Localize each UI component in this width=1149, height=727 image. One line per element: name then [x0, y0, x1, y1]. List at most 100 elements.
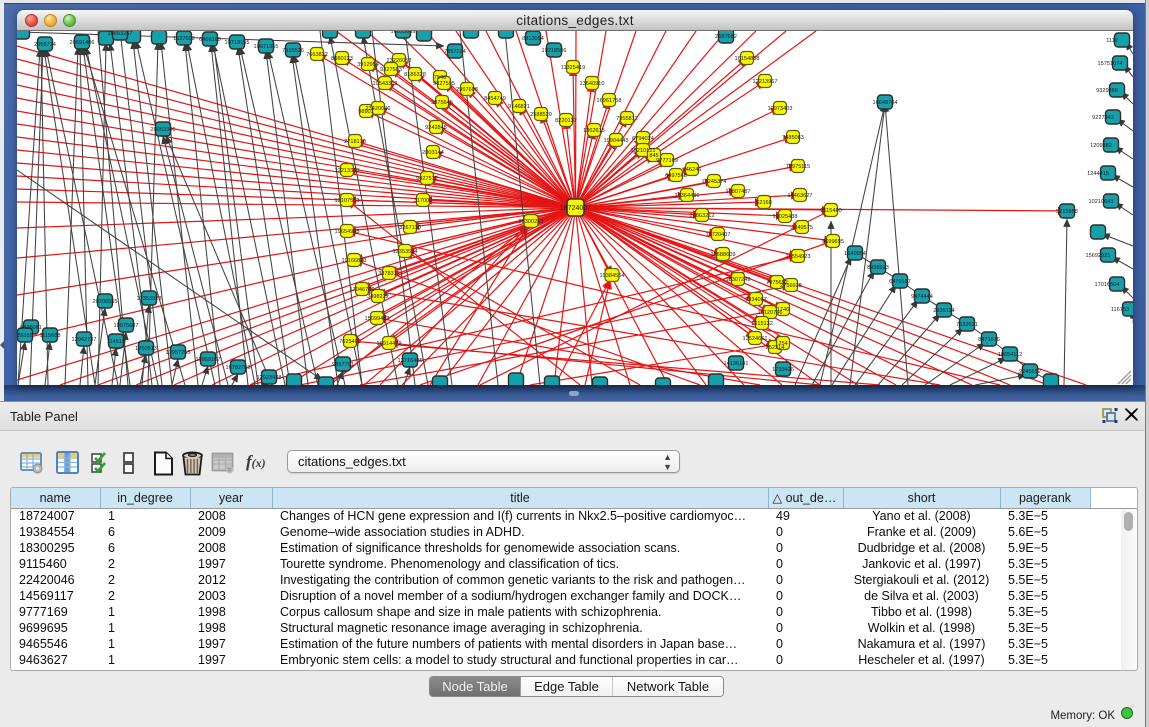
svg-text:20206555: 20206555	[93, 299, 118, 305]
svg-text:10719155: 10719155	[225, 40, 250, 46]
svg-text:2687682: 2687682	[715, 34, 737, 40]
svg-text:9834067: 9834067	[745, 297, 767, 303]
svg-text:7663822: 7663822	[306, 52, 328, 58]
svg-text:9115460: 9115460	[820, 208, 841, 214]
svg-text:19384554: 19384554	[600, 273, 625, 279]
svg-text:12213363: 12213363	[335, 168, 360, 174]
svg-text:12975115: 12975115	[786, 164, 810, 170]
svg-text:114519: 114519	[107, 339, 125, 345]
svg-text:9245652: 9245652	[1019, 369, 1041, 375]
svg-text:7632621: 7632621	[956, 322, 978, 328]
svg-text:29863212: 29863212	[690, 213, 715, 219]
svg-text:14136141: 14136141	[724, 361, 749, 367]
svg-text:8813054: 8813054	[522, 36, 544, 42]
svg-text:9329966: 9329966	[1096, 88, 1118, 94]
svg-text:317006: 317006	[414, 198, 433, 204]
svg-text:15099483: 15099483	[365, 316, 390, 322]
svg-text:12923448: 12923448	[257, 375, 282, 381]
svg-text:13524651: 13524651	[743, 336, 768, 342]
svg-text:9474444: 9474444	[911, 294, 933, 300]
svg-text:1250513: 1250513	[135, 346, 157, 352]
svg-text:16782759: 16782759	[226, 365, 251, 371]
svg-text:39159: 39159	[17, 333, 33, 339]
svg-text:10654112: 10654112	[998, 352, 1022, 358]
svg-text:62160: 62160	[756, 200, 772, 206]
svg-text:12107553: 12107553	[335, 198, 360, 204]
svg-text:7485063: 7485063	[782, 135, 804, 141]
svg-text:3267110: 3267110	[399, 225, 420, 231]
svg-text:2967608: 2967608	[456, 87, 478, 93]
svg-text:9857791: 9857791	[332, 362, 354, 368]
svg-text:1209382: 1209382	[1090, 143, 1112, 149]
svg-text:18724007: 18724007	[560, 205, 591, 212]
svg-text:19904443: 19904443	[604, 138, 629, 144]
svg-text:10688609: 10688609	[711, 252, 736, 258]
svg-text:3498222: 3498222	[367, 294, 389, 300]
svg-text:20364436: 20364436	[675, 193, 700, 199]
svg-text:10653267: 10653267	[108, 31, 133, 37]
svg-text:17353928: 17353928	[137, 296, 162, 302]
svg-text:9427512: 9427512	[416, 176, 438, 182]
svg-text:9242845: 9242845	[425, 125, 447, 131]
svg-text:7857224: 7857224	[444, 49, 466, 55]
svg-text:10975687: 10975687	[114, 323, 139, 329]
svg-text:2718170: 2718170	[344, 139, 366, 145]
svg-text:9699695: 9699695	[822, 239, 844, 245]
svg-text:6479197: 6479197	[889, 279, 911, 285]
svg-text:19654983: 19654983	[335, 229, 360, 235]
svg-text:10543362: 10543362	[373, 81, 398, 87]
svg-text:9227342: 9227342	[1092, 115, 1114, 121]
svg-text:8938923: 8938923	[867, 265, 889, 271]
svg-text:28300213: 28300213	[519, 219, 544, 225]
svg-text:7515526: 7515526	[282, 48, 304, 54]
svg-text:254: 254	[778, 341, 787, 347]
svg-text:8660123: 8660123	[331, 56, 353, 62]
svg-text:7625402: 7625402	[339, 339, 361, 345]
svg-text:9777169: 9777169	[656, 158, 678, 164]
svg-text:16554923: 16554923	[786, 254, 811, 260]
svg-text:8454749: 8454749	[484, 96, 506, 102]
svg-text:5215958: 5215958	[1056, 209, 1078, 215]
svg-text:16154838: 16154838	[735, 56, 760, 62]
svg-text:20053346: 20053346	[151, 127, 176, 133]
svg-text:18307249: 18307249	[726, 277, 751, 283]
svg-text:16961758: 16961758	[597, 98, 622, 104]
svg-text:8220137: 8220137	[555, 118, 577, 124]
svg-text:2756928: 2756928	[780, 283, 802, 289]
svg-text:98901: 98901	[358, 109, 374, 115]
svg-text:3912954: 3912954	[357, 62, 379, 68]
svg-text:1362615: 1362615	[583, 128, 605, 134]
svg-text:1244415: 1244415	[1087, 171, 1109, 177]
svg-text:7955812: 7955812	[616, 116, 638, 122]
svg-text:3878312: 3878312	[378, 271, 400, 277]
svg-text:16914479: 16914479	[377, 341, 402, 347]
svg-text:1115688: 1115688	[40, 333, 61, 339]
svg-text:20691406: 20691406	[70, 40, 95, 46]
svg-text:12213967: 12213967	[753, 79, 778, 85]
svg-text:16648764: 16648764	[873, 100, 898, 106]
svg-text:9146821: 9146821	[508, 104, 530, 110]
svg-text:15692921: 15692921	[1086, 253, 1111, 259]
svg-text:1733426: 1733426	[772, 367, 794, 373]
svg-text:13640910: 13640910	[580, 81, 605, 87]
svg-text:10807487: 10807487	[726, 189, 751, 195]
svg-text:16053809: 16053809	[391, 31, 416, 35]
svg-text:15720407: 15720407	[706, 232, 731, 238]
svg-text:1746: 1746	[777, 307, 789, 313]
svg-text:10671355: 10671355	[254, 44, 279, 50]
svg-text:3875645: 3875645	[431, 100, 453, 106]
svg-text:10958107: 10958107	[196, 357, 221, 363]
svg-text:9327503: 9327503	[380, 67, 402, 73]
svg-text:14463627: 14463627	[788, 193, 813, 199]
svg-text:18245374: 18245374	[702, 179, 727, 185]
svg-text:1640954: 1640954	[844, 251, 866, 257]
svg-text:12353594: 12353594	[393, 249, 418, 255]
svg-text:2588520: 2588520	[530, 112, 552, 118]
svg-text:10025438: 10025438	[773, 214, 798, 220]
svg-text:9435061: 9435061	[20, 325, 42, 331]
svg-text:23226058: 23226058	[387, 58, 412, 64]
svg-text:1112: 1112	[1106, 38, 1118, 44]
svg-text:19166823: 19166823	[342, 258, 367, 264]
svg-text:6497568: 6497568	[665, 173, 687, 179]
svg-text:2349575: 2349575	[791, 225, 813, 231]
